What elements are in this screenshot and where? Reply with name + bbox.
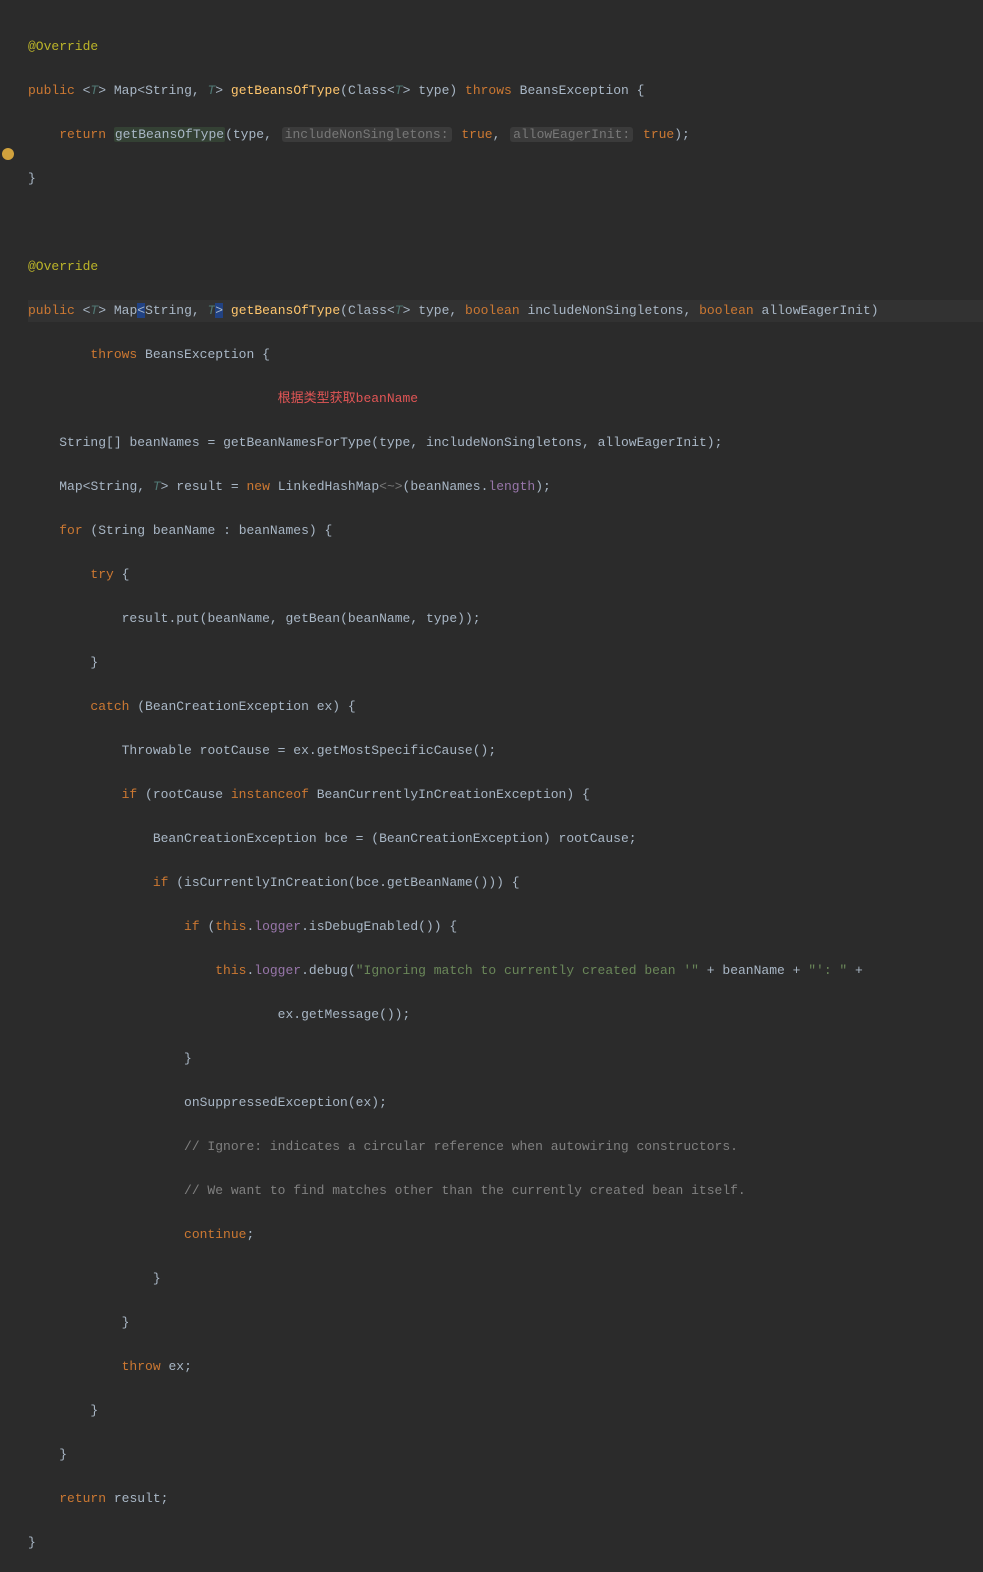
code-line[interactable]: } xyxy=(28,1268,983,1290)
code-line[interactable]: throw ex; xyxy=(28,1356,983,1378)
code-line[interactable]: // Ignore: indicates a circular referenc… xyxy=(28,1136,983,1158)
code-line[interactable]: try { xyxy=(28,564,983,586)
code-line[interactable]: Throwable rootCause = ex.getMostSpecific… xyxy=(28,740,983,762)
code-line[interactable]: String[] beanNames = getBeanNamesForType… xyxy=(28,432,983,454)
code-line[interactable]: catch (BeanCreationException ex) { xyxy=(28,696,983,718)
code-line[interactable]: } xyxy=(28,1400,983,1422)
code-line[interactable]: this.logger.debug("Ignoring match to cur… xyxy=(28,960,983,982)
code-line[interactable]: onSuppressedException(ex); xyxy=(28,1092,983,1114)
code-line[interactable]: @Override xyxy=(28,36,983,58)
code-line[interactable]: if (this.logger.isDebugEnabled()) { xyxy=(28,916,983,938)
code-line[interactable]: continue; xyxy=(28,1224,983,1246)
blank-line[interactable] xyxy=(28,212,983,234)
code-line[interactable]: } xyxy=(28,1444,983,1466)
code-line[interactable]: } xyxy=(28,168,983,190)
code-line[interactable]: for (String beanName : beanNames) { xyxy=(28,520,983,542)
overlay-comment[interactable]: 根据类型获取beanName xyxy=(28,388,983,410)
intention-bulb-icon[interactable] xyxy=(2,148,14,160)
code-line[interactable]: } xyxy=(28,1312,983,1334)
code-line[interactable]: public <T> Map<String, T> getBeansOfType… xyxy=(28,80,983,102)
code-line[interactable]: } xyxy=(28,1048,983,1070)
code-line[interactable]: } xyxy=(28,652,983,674)
code-line[interactable]: // We want to find matches other than th… xyxy=(28,1180,983,1202)
current-line[interactable]: public <T> Map<String, T> getBeansOfType… xyxy=(28,300,983,322)
code-line[interactable]: } xyxy=(28,1532,983,1554)
code-line[interactable]: return result; xyxy=(28,1488,983,1510)
code-line[interactable]: result.put(beanName, getBean(beanName, t… xyxy=(28,608,983,630)
code-line[interactable]: ex.getMessage()); xyxy=(28,1004,983,1026)
code-line[interactable]: Map<String, T> result = new LinkedHashMa… xyxy=(28,476,983,498)
code-editor[interactable]: @Override public <T> Map<String, T> getB… xyxy=(0,0,983,1572)
annotation: @Override xyxy=(28,39,98,54)
code-area[interactable]: @Override public <T> Map<String, T> getB… xyxy=(0,14,983,1572)
code-line[interactable]: if (isCurrentlyInCreation(bce.getBeanNam… xyxy=(28,872,983,894)
code-line[interactable]: BeanCreationException bce = (BeanCreatio… xyxy=(28,828,983,850)
code-line[interactable]: throws BeansException { xyxy=(28,344,983,366)
code-line[interactable]: if (rootCause instanceof BeanCurrentlyIn… xyxy=(28,784,983,806)
gutter xyxy=(0,0,16,1572)
code-line[interactable]: @Override xyxy=(28,256,983,278)
code-line[interactable]: return getBeansOfType(type, includeNonSi… xyxy=(28,124,983,146)
